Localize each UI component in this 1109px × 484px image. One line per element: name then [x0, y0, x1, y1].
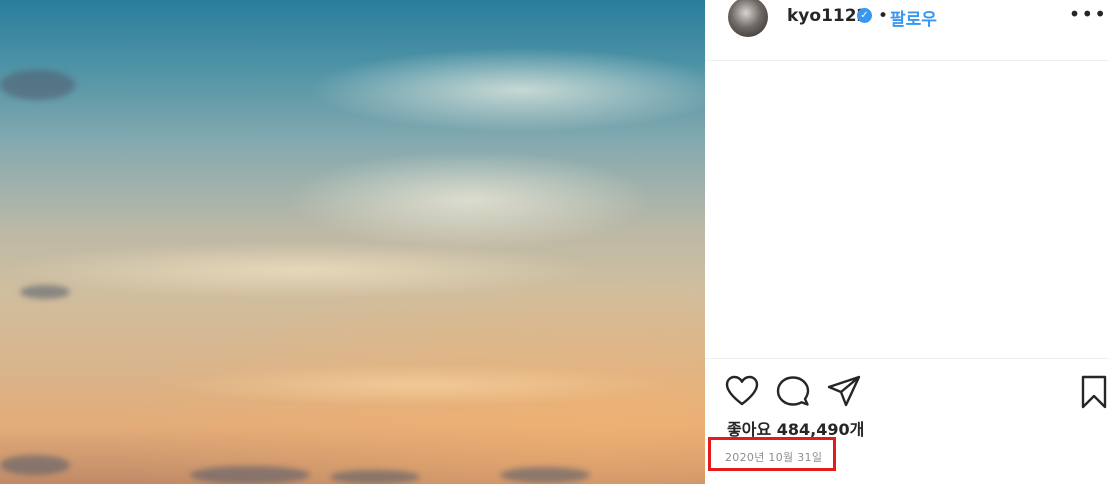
- photo-cloud: [0, 70, 75, 100]
- photo-cloud: [0, 455, 70, 475]
- verified-badge-icon: ✓: [857, 8, 872, 23]
- photo-cloud: [190, 466, 310, 484]
- post-photo: [0, 0, 705, 484]
- post-header: kyo1122 ✓ • 팔로우 •••: [705, 0, 1109, 61]
- avatar[interactable]: [728, 0, 768, 37]
- share-icon[interactable]: [827, 375, 861, 407]
- comment-icon[interactable]: [776, 375, 810, 407]
- photo-cloud: [330, 470, 420, 484]
- action-bar: [705, 358, 1109, 419]
- bookmark-icon[interactable]: [1080, 375, 1108, 409]
- separator-dot: •: [878, 6, 889, 26]
- heart-icon[interactable]: [725, 375, 759, 407]
- photo-cloud: [20, 285, 70, 299]
- more-options-icon[interactable]: •••: [1069, 2, 1107, 26]
- post-side-panel: kyo1122 ✓ • 팔로우 ••• 좋아요 484,490개 2020년 1…: [705, 0, 1109, 484]
- follow-button[interactable]: 팔로우: [890, 5, 937, 30]
- photo-cloud: [500, 467, 590, 483]
- post-date[interactable]: 2020년 10월 31일: [725, 449, 822, 465]
